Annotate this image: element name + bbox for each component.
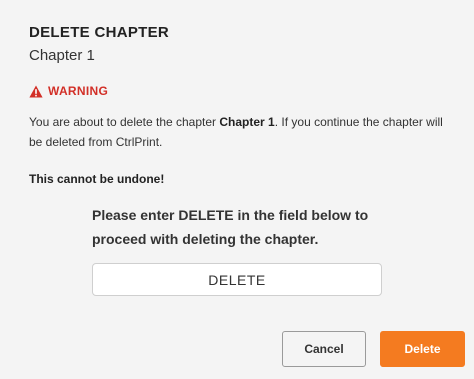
undone-notice: This cannot be undone! — [29, 172, 165, 186]
message-prefix: You are about to delete the chapter — [29, 115, 220, 129]
delete-button[interactable]: Delete — [380, 331, 465, 367]
delete-message: You are about to delete the chapter Chap… — [29, 112, 459, 152]
delete-chapter-dialog: DELETE CHAPTER Chapter 1 WARNING You are… — [0, 0, 474, 379]
message-chapter-name: Chapter 1 — [219, 115, 275, 129]
dialog-subtitle: Chapter 1 — [29, 47, 95, 64]
warning-triangle-icon — [29, 85, 43, 98]
confirm-delete-input[interactable] — [92, 263, 382, 296]
warning-label: WARNING — [48, 84, 109, 98]
cancel-button[interactable]: Cancel — [282, 331, 366, 367]
confirm-instruction: Please enter DELETE in the field below t… — [92, 207, 369, 247]
dialog-title: DELETE CHAPTER — [29, 24, 170, 41]
warning-banner: WARNING — [29, 84, 108, 98]
